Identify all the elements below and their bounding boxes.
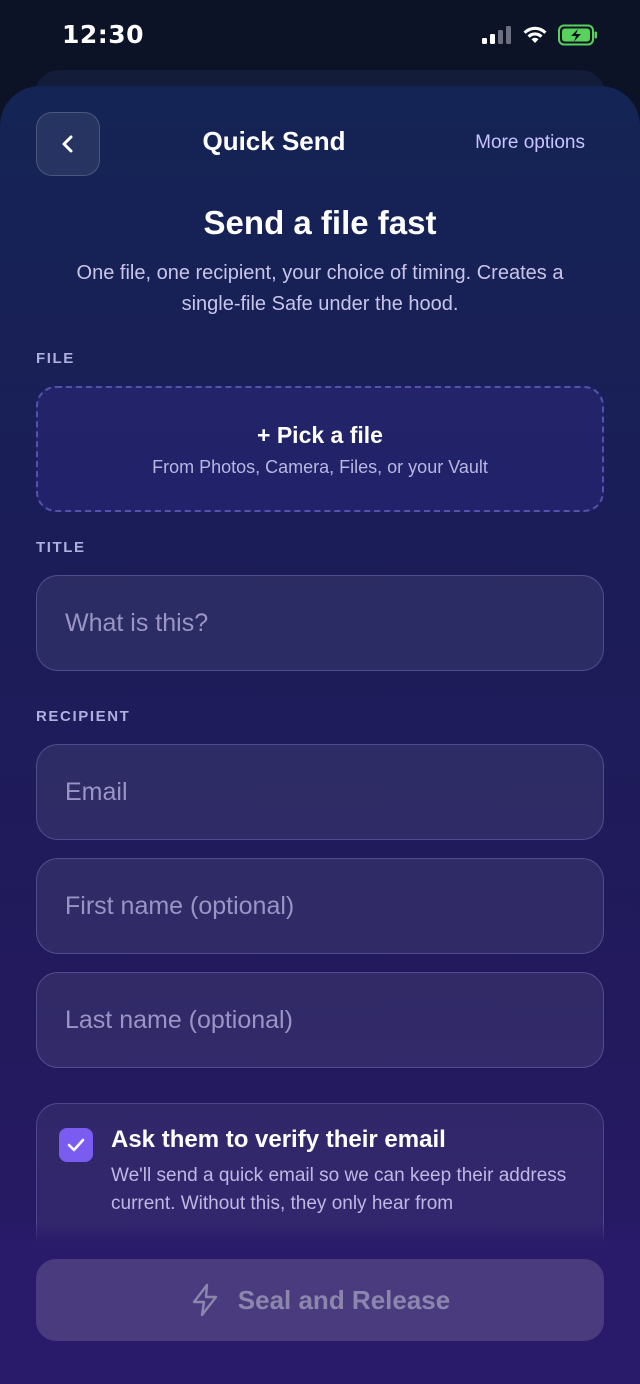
last-name-field[interactable] [36,972,604,1068]
page-subtitle: One file, one recipient, your choice of … [76,262,564,315]
pick-file-label: + Pick a file [257,422,383,448]
lightning-bolt-icon [192,1283,217,1317]
more-options-link[interactable]: More options [475,132,585,154]
file-picker[interactable]: + Pick a file From Photos, Camera, Files… [36,386,604,512]
quick-send-sheet: Quick Send More options Send a file fast… [0,86,640,1384]
pick-file-hint: From Photos, Camera, Files, or your Vaul… [152,457,488,477]
verify-email-checkbox[interactable] [59,1128,93,1162]
verify-email-title: Ask them to verify their email [111,1126,446,1153]
seal-and-release-label: Seal and Release [237,1284,451,1315]
seal-and-release-button[interactable]: Seal and Release [36,1259,604,1341]
cellular-signal-icon [482,26,511,44]
page-title: Send a file fast [203,204,437,241]
nav-title: Quick Send [202,126,346,156]
title-input[interactable] [36,575,604,671]
title-section-label: TITLE [36,539,86,556]
email-field[interactable] [36,744,604,840]
recipient-section-label: RECIPIENT [36,708,131,725]
status-time: 12:30 [62,20,145,49]
battery-charging-icon [558,24,597,46]
verify-email-description: We'll send a quick email so we can keep … [111,1165,567,1214]
checkmark-icon [67,1138,85,1152]
wifi-icon [523,26,547,43]
status-bar: 12:30 [0,0,640,80]
first-name-field[interactable] [36,858,604,954]
status-icons [482,24,598,46]
file-section-label: FILE [36,350,75,367]
